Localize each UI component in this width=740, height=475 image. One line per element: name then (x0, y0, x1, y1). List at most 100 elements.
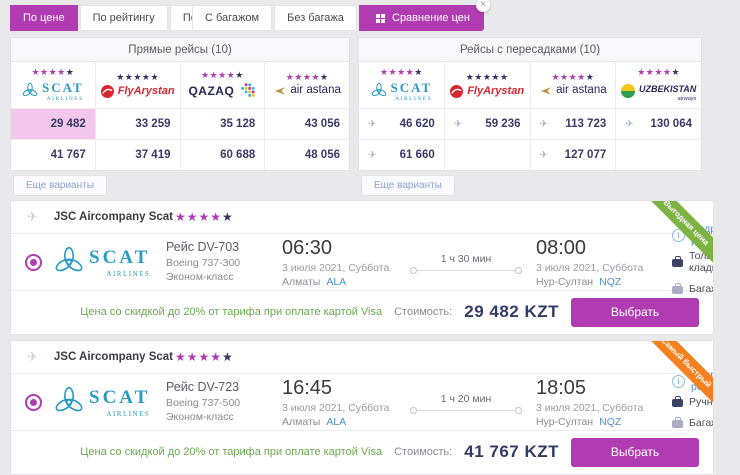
price-cell[interactable]: 48 056 (264, 140, 349, 170)
flight-details-row: SCATAIRLINES Рейс DV-723 Boeing 737-500 … (11, 374, 713, 430)
card-footer: Цена со скидкой до 20% от тарифа при опл… (11, 290, 713, 333)
grid-icon (376, 14, 380, 18)
airastana-bird-icon (539, 86, 552, 96)
flight-details-row: SCATAIRLINES Рейс DV-703 Boeing 737-300 … (11, 234, 713, 290)
select-flight-button[interactable]: Выбрать (571, 298, 699, 327)
airline-column-scat: ★★★★★ SCATAIRLINES (11, 62, 95, 108)
panel-title: Прямые рейсы (10) (11, 38, 349, 62)
select-flight-button[interactable]: Выбрать (571, 438, 699, 467)
without-baggage-button[interactable]: Без багажа (274, 5, 357, 31)
price-cell[interactable]: 35 128 (180, 109, 265, 139)
departure-city: АлматыALA (282, 276, 410, 288)
close-icon[interactable]: × (476, 0, 490, 12)
uzbekistan-globe-icon (621, 84, 635, 98)
qazaq-dots-icon (238, 83, 256, 99)
price-label: Стоимость: (394, 446, 452, 458)
scat-logo: SCATAIRLINES (371, 80, 433, 103)
star-rating: ★★★★★ (201, 71, 244, 80)
airline-column-qazaq: ★★★★★ QAZAQ (180, 62, 265, 108)
sort-by-price-button[interactable]: По цене (10, 5, 78, 31)
plane-icon: ✈ (368, 119, 376, 130)
total-price: 41 767 KZT (464, 442, 559, 462)
hand-luggage-icon (672, 259, 683, 267)
price-cell[interactable]: ✈46 620 (359, 109, 444, 139)
price-cell[interactable]: ✈61 660 (359, 140, 444, 170)
airline-column-airastana: ★★★★★ air astana (530, 62, 616, 108)
flight-card: Самый быстрый ✈ JSC Aircompany Scat ★★★★… (10, 340, 714, 475)
airastana-bird-icon (273, 86, 286, 96)
price-label: Стоимость: (394, 306, 452, 318)
compare-prices-label: Сравнение цен (392, 12, 470, 24)
with-baggage-button[interactable]: С багажом (192, 5, 272, 31)
plane-icon: ✈ (540, 119, 548, 130)
qazaq-logo: QAZAQ (188, 83, 256, 99)
price-row: ✈61 660 ✈127 077 (359, 139, 701, 170)
plane-icon: ✈ (27, 209, 38, 225)
plane-icon: ✈ (27, 349, 38, 365)
price-cell[interactable]: ✈113 723 (530, 109, 616, 139)
more-options-button[interactable]: Еще варианты (13, 175, 107, 196)
departure-airport-code: ALA (326, 276, 346, 288)
price-cell[interactable]: 41 767 (11, 140, 95, 170)
airastana-logo: air astana (539, 85, 607, 97)
price-cell[interactable]: 37 419 (95, 140, 180, 170)
operator-star-rating: ★★★★★ (175, 350, 234, 364)
star-rating: ★★★★★ (466, 73, 509, 82)
departure-city: АлматыALA (282, 416, 410, 428)
route-line (410, 410, 522, 411)
airline-header-row: ★★★★★ SCATAIRLINES ★★★★★ FlyArystan ★★★★… (359, 62, 701, 108)
plane-icon: ✈ (454, 119, 462, 130)
direct-flights-panel: Прямые рейсы (10) ★★★★★ SCATAIRLINES ★★★… (10, 37, 350, 196)
flyarystan-circle-icon (101, 85, 114, 98)
star-rating: ★★★★★ (286, 73, 329, 82)
star-rating: ★★★★★ (380, 68, 423, 77)
aircraft-type: Boeing 737-500 (166, 397, 282, 409)
scat-emblem-icon (54, 247, 84, 277)
price-cell[interactable]: 60 688 (180, 140, 265, 170)
price-cell[interactable]: 43 056 (264, 109, 349, 139)
flight-radio-button[interactable] (25, 254, 42, 271)
price-cell[interactable]: ✈127 077 (530, 140, 616, 170)
operator-name: JSC Aircompany Scat (54, 351, 173, 363)
price-row: 29 482 33 259 35 128 43 056 (11, 108, 349, 139)
airastana-logo: air astana (273, 85, 341, 97)
price-cell-empty (615, 140, 701, 170)
airline-column-flyarystan: ★★★★★ FlyArystan (444, 62, 530, 108)
arrival-time: 18:05 (536, 377, 664, 400)
card-header: ✈ JSC Aircompany Scat ★★★★★ (11, 341, 713, 374)
price-cell[interactable]: ✈59 236 (444, 109, 530, 139)
airline-header-row: ★★★★★ SCATAIRLINES ★★★★★ FlyArystan ★★★★… (11, 62, 349, 108)
scat-logo: SCATAIRLINES (54, 247, 166, 278)
flight-number: Рейс DV-723 (166, 380, 282, 394)
flight-card: Выгодная цена ✈ JSC Aircompany Scat ★★★★… (10, 200, 714, 335)
hand-luggage-icon (672, 399, 683, 407)
info-icon (672, 375, 685, 388)
price-cell[interactable]: 33 259 (95, 109, 180, 139)
flight-number: Рейс DV-703 (166, 240, 282, 254)
cabin-class: Эконом-класс (166, 411, 282, 423)
more-options-button[interactable]: Еще варианты (361, 175, 455, 196)
price-row: 41 767 37 419 60 688 48 056 (11, 139, 349, 170)
departure-block: 06:30 3 июля 2021, Суббота АлматыALA (282, 237, 410, 288)
route-line (410, 270, 522, 271)
compare-prices-button[interactable]: Сравнение цен × (362, 5, 484, 31)
airline-column-uzbekistan: ★★★★★ UZBEKISTANairways (615, 62, 701, 108)
flight-duration: 1 ч 30 мин (410, 253, 522, 265)
flyarystan-logo: FlyArystan (101, 85, 175, 98)
operator-star-rating: ★★★★★ (175, 210, 234, 224)
scat-emblem-icon (22, 83, 38, 99)
price-cell[interactable]: ✈130 064 (615, 109, 701, 139)
arrival-date: 3 июля 2021, Суббота (536, 402, 664, 414)
departure-date: 3 июля 2021, Суббота (282, 402, 410, 414)
duration-block: 1 ч 20 мин (410, 393, 522, 411)
price-cell-best[interactable]: 29 482 (11, 109, 95, 139)
transfer-flights-panel: Рейсы с пересадками (10) ★★★★★ SCATAIRLI… (358, 37, 702, 196)
sort-by-rating-button[interactable]: По рейтингу (80, 5, 168, 31)
arrival-airport-code: NQZ (599, 276, 621, 288)
uzbekistan-airways-logo: UZBEKISTANairways (621, 80, 696, 103)
price-row: ✈46 620 ✈59 236 ✈113 723 ✈130 064 (359, 108, 701, 139)
operator-name: JSC Aircompany Scat (54, 211, 173, 223)
plane-icon: ✈ (368, 150, 376, 161)
duration-block: 1 ч 30 мин (410, 253, 522, 271)
flight-radio-button[interactable] (25, 394, 42, 411)
